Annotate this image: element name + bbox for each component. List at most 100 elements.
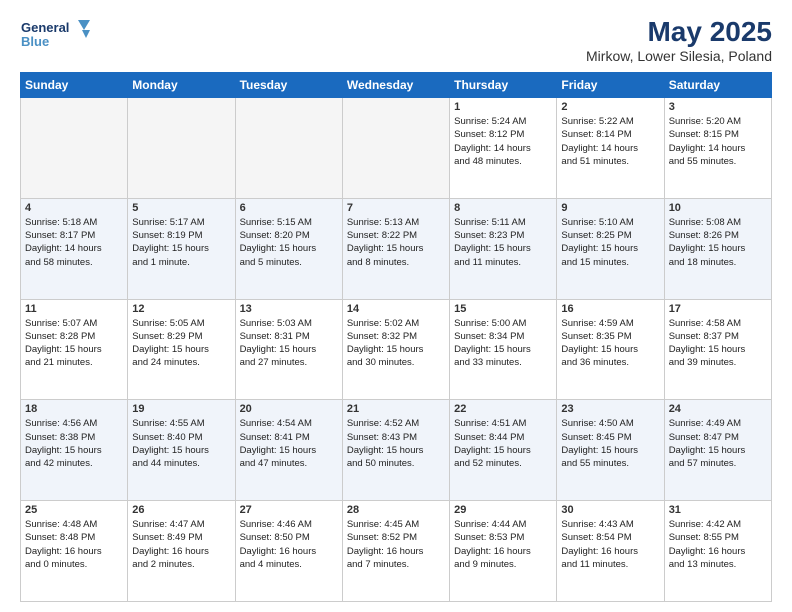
day-info: Sunrise: 5:08 AM Sunset: 8:26 PM Dayligh… xyxy=(669,216,767,269)
day-number: 5 xyxy=(132,202,230,214)
week-row-5: 25Sunrise: 4:48 AM Sunset: 8:48 PM Dayli… xyxy=(21,501,772,602)
day-cell-10: 10 Sunrise: 5:08 AM Sunset: 8:26 PM Dayli… xyxy=(664,198,771,299)
day-cell-17: 17 Sunrise: 4:58 AM Sunset: 8:37 PM Dayli… xyxy=(664,299,771,400)
day-info: Sunrise: 4:45 AM Sunset: 8:52 PM Dayligh… xyxy=(347,518,445,571)
day-cell-28: 28 Sunrise: 4:45 AM Sunset: 8:52 PM Dayli… xyxy=(342,501,449,602)
day-number: 22 xyxy=(454,403,552,415)
col-header-sunday: Sunday xyxy=(21,73,128,98)
day-info: Sunrise: 4:43 AM Sunset: 8:54 PM Dayligh… xyxy=(561,518,659,571)
day-info: Sunrise: 4:46 AM Sunset: 8:50 PM Dayligh… xyxy=(240,518,338,571)
day-cell-21: 21 Sunrise: 4:52 AM Sunset: 8:43 PM Dayli… xyxy=(342,400,449,501)
day-info: Sunrise: 4:59 AM Sunset: 8:35 PM Dayligh… xyxy=(561,317,659,370)
day-number: 31 xyxy=(669,504,767,516)
day-info: Sunrise: 4:58 AM Sunset: 8:37 PM Dayligh… xyxy=(669,317,767,370)
day-cell-5: 5 Sunrise: 5:17 AM Sunset: 8:19 PM Daylig… xyxy=(128,198,235,299)
day-cell-20: 20 Sunrise: 4:54 AM Sunset: 8:41 PM Dayli… xyxy=(235,400,342,501)
day-info: Sunrise: 5:02 AM Sunset: 8:32 PM Dayligh… xyxy=(347,317,445,370)
day-info: Sunrise: 4:52 AM Sunset: 8:43 PM Dayligh… xyxy=(347,417,445,470)
day-cell-15: 15 Sunrise: 5:00 AM Sunset: 8:34 PM Dayli… xyxy=(450,299,557,400)
col-header-monday: Monday xyxy=(128,73,235,98)
day-number: 4 xyxy=(25,202,123,214)
empty-cell xyxy=(128,98,235,199)
logo-svg: General Blue xyxy=(20,16,90,62)
day-number: 10 xyxy=(669,202,767,214)
col-header-saturday: Saturday xyxy=(664,73,771,98)
day-info: Sunrise: 5:10 AM Sunset: 8:25 PM Dayligh… xyxy=(561,216,659,269)
day-number: 21 xyxy=(347,403,445,415)
week-row-4: 18 Sunrise: 4:56 AM Sunset: 8:38 PM Dayli… xyxy=(21,400,772,501)
day-number: 7 xyxy=(347,202,445,214)
day-info: Sunrise: 5:00 AM Sunset: 8:34 PM Dayligh… xyxy=(454,317,552,370)
week-row-3: 11 Sunrise: 5:07 AM Sunset: 8:28 PM Dayli… xyxy=(21,299,772,400)
day-info: Sunrise: 4:56 AM Sunset: 8:38 PM Dayligh… xyxy=(25,417,123,470)
day-info: Sunrise: 5:24 AM Sunset: 8:12 PM Dayligh… xyxy=(454,115,552,168)
day-cell-30: 30 Sunrise: 4:43 AM Sunset: 8:54 PM Dayli… xyxy=(557,501,664,602)
day-cell-22: 22 Sunrise: 4:51 AM Sunset: 8:44 PM Dayli… xyxy=(450,400,557,501)
calendar-header-row: SundayMondayTuesdayWednesdayThursdayFrid… xyxy=(21,73,772,98)
day-cell-12: 12Sunrise: 5:05 AM Sunset: 8:29 PM Dayli… xyxy=(128,299,235,400)
day-number: 30 xyxy=(561,504,659,516)
day-info: Sunrise: 4:50 AM Sunset: 8:45 PM Dayligh… xyxy=(561,417,659,470)
day-number: 9 xyxy=(561,202,659,214)
day-info: Sunrise: 4:49 AM Sunset: 8:47 PM Dayligh… xyxy=(669,417,767,470)
day-cell-9: 9 Sunrise: 5:10 AM Sunset: 8:25 PM Daylig… xyxy=(557,198,664,299)
day-number: 17 xyxy=(669,303,767,315)
empty-cell xyxy=(342,98,449,199)
day-number: 11 xyxy=(25,303,123,315)
day-info: Sunrise: 5:22 AM Sunset: 8:14 PM Dayligh… xyxy=(561,115,659,168)
calendar-table: SundayMondayTuesdayWednesdayThursdayFrid… xyxy=(20,72,772,602)
day-cell-24: 24Sunrise: 4:49 AM Sunset: 8:47 PM Dayli… xyxy=(664,400,771,501)
day-cell-31: 31 Sunrise: 4:42 AM Sunset: 8:55 PM Dayli… xyxy=(664,501,771,602)
empty-cell xyxy=(21,98,128,199)
col-header-wednesday: Wednesday xyxy=(342,73,449,98)
day-info: Sunrise: 5:15 AM Sunset: 8:20 PM Dayligh… xyxy=(240,216,338,269)
day-number: 15 xyxy=(454,303,552,315)
day-cell-19: 19 Sunrise: 4:55 AM Sunset: 8:40 PM Dayli… xyxy=(128,400,235,501)
day-number: 26 xyxy=(132,504,230,516)
day-number: 29 xyxy=(454,504,552,516)
day-info: Sunrise: 5:18 AM Sunset: 8:17 PM Dayligh… xyxy=(25,216,123,269)
col-header-friday: Friday xyxy=(557,73,664,98)
day-number: 18 xyxy=(25,403,123,415)
day-info: Sunrise: 4:54 AM Sunset: 8:41 PM Dayligh… xyxy=(240,417,338,470)
col-header-tuesday: Tuesday xyxy=(235,73,342,98)
svg-text:Blue: Blue xyxy=(21,34,49,49)
day-cell-11: 11 Sunrise: 5:07 AM Sunset: 8:28 PM Dayli… xyxy=(21,299,128,400)
day-cell-7: 7 Sunrise: 5:13 AM Sunset: 8:22 PM Daylig… xyxy=(342,198,449,299)
day-cell-25: 25Sunrise: 4:48 AM Sunset: 8:48 PM Dayli… xyxy=(21,501,128,602)
header: General Blue May 2025 Mirkow, Lower Sile… xyxy=(20,16,772,64)
day-number: 6 xyxy=(240,202,338,214)
day-number: 13 xyxy=(240,303,338,315)
day-cell-8: 8Sunrise: 5:11 AM Sunset: 8:23 PM Daylig… xyxy=(450,198,557,299)
day-info: Sunrise: 5:13 AM Sunset: 8:22 PM Dayligh… xyxy=(347,216,445,269)
day-number: 19 xyxy=(132,403,230,415)
page: General Blue May 2025 Mirkow, Lower Sile… xyxy=(0,0,792,612)
subtitle: Mirkow, Lower Silesia, Poland xyxy=(586,48,772,64)
day-info: Sunrise: 5:17 AM Sunset: 8:19 PM Dayligh… xyxy=(132,216,230,269)
day-number: 25 xyxy=(25,504,123,516)
week-row-1: 1 Sunrise: 5:24 AM Sunset: 8:12 PM Daylig… xyxy=(21,98,772,199)
day-cell-14: 14Sunrise: 5:02 AM Sunset: 8:32 PM Dayli… xyxy=(342,299,449,400)
col-header-thursday: Thursday xyxy=(450,73,557,98)
day-number: 23 xyxy=(561,403,659,415)
empty-cell xyxy=(235,98,342,199)
day-cell-3: 3Sunrise: 5:20 AM Sunset: 8:15 PM Daylig… xyxy=(664,98,771,199)
day-number: 20 xyxy=(240,403,338,415)
main-title: May 2025 xyxy=(586,16,772,48)
day-info: Sunrise: 5:05 AM Sunset: 8:29 PM Dayligh… xyxy=(132,317,230,370)
logo: General Blue xyxy=(20,16,90,62)
day-cell-2: 2Sunrise: 5:22 AM Sunset: 8:14 PM Daylig… xyxy=(557,98,664,199)
day-info: Sunrise: 4:42 AM Sunset: 8:55 PM Dayligh… xyxy=(669,518,767,571)
day-number: 27 xyxy=(240,504,338,516)
day-info: Sunrise: 5:07 AM Sunset: 8:28 PM Dayligh… xyxy=(25,317,123,370)
day-cell-16: 16Sunrise: 4:59 AM Sunset: 8:35 PM Dayli… xyxy=(557,299,664,400)
day-info: Sunrise: 5:03 AM Sunset: 8:31 PM Dayligh… xyxy=(240,317,338,370)
day-number: 1 xyxy=(454,101,552,113)
day-info: Sunrise: 4:51 AM Sunset: 8:44 PM Dayligh… xyxy=(454,417,552,470)
day-cell-29: 29Sunrise: 4:44 AM Sunset: 8:53 PM Dayli… xyxy=(450,501,557,602)
day-cell-18: 18 Sunrise: 4:56 AM Sunset: 8:38 PM Dayli… xyxy=(21,400,128,501)
day-info: Sunrise: 4:55 AM Sunset: 8:40 PM Dayligh… xyxy=(132,417,230,470)
day-number: 28 xyxy=(347,504,445,516)
day-cell-1: 1 Sunrise: 5:24 AM Sunset: 8:12 PM Daylig… xyxy=(450,98,557,199)
svg-text:General: General xyxy=(21,20,69,35)
